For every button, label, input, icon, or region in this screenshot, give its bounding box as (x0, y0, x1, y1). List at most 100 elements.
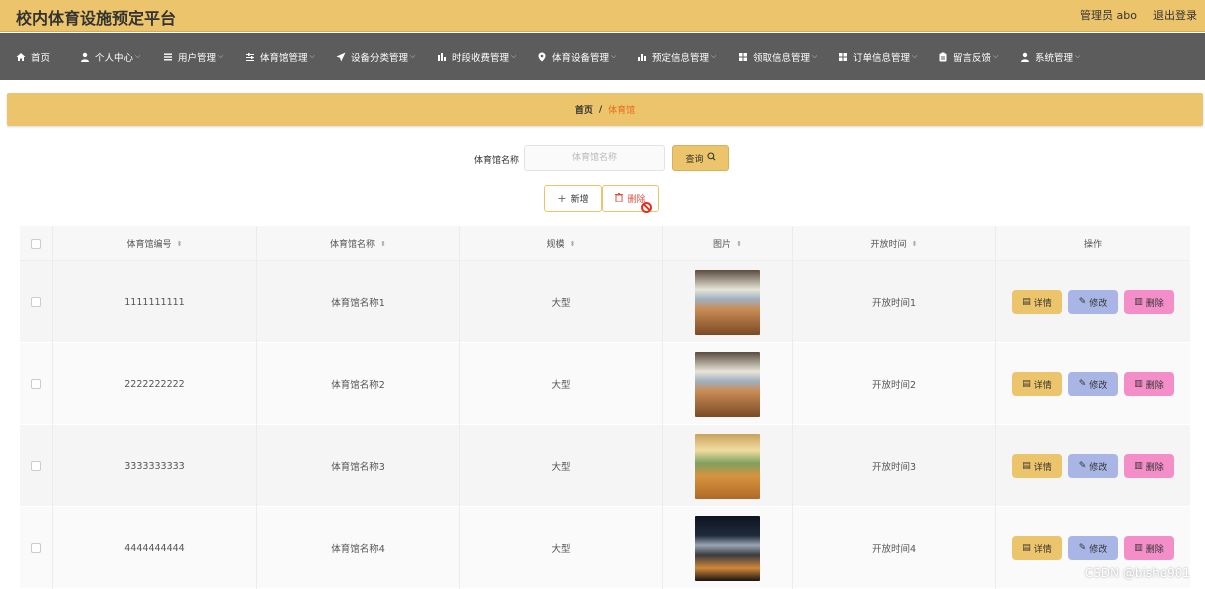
row-actions: ▤ 详情 ✎ 修改 ▥ 删除 (1012, 536, 1174, 560)
nav-item-time-fee[interactable]: 时段收费管理 ⌵ (437, 33, 516, 80)
table-header: 体育馆编号 ⬍ 体育馆名称 ⬍ 规模 ⬍ 图片 ⬍ 开放时间 ⬍ 操作 (20, 226, 1190, 261)
send-icon (336, 52, 346, 62)
column-header[interactable]: 开放时间 ⬍ (793, 226, 996, 261)
gym-id-cell: 3333333333 (53, 425, 257, 507)
sort-icon[interactable]: ⬍ (736, 240, 742, 248)
nav-item-booking-info[interactable]: 预定信息管理 ⌵ (637, 33, 716, 80)
row-checkbox[interactable] (31, 297, 41, 307)
chevron-down-icon: ⌵ (309, 52, 315, 60)
nav-label: 用户管理 (178, 52, 217, 64)
column-header[interactable]: 体育馆编号 ⬍ (53, 226, 257, 261)
delete-button[interactable]: ▥ 删除 (1124, 290, 1174, 314)
search-label: 体育馆名称 (474, 156, 520, 166)
table-row: 2222222222 体育馆名称2 大型 开放时间2 ▤ 详情 ✎ 修改 ▥ 删除 (20, 343, 1190, 425)
nav-label: 设备分类管理 (351, 52, 409, 64)
detail-button[interactable]: ▤ 详情 (1012, 290, 1062, 314)
gym-scale-cell: 大型 (460, 425, 663, 507)
edit-icon: ✎ (1078, 297, 1087, 307)
row-checkbox[interactable] (31, 379, 41, 389)
row-checkbox[interactable] (31, 543, 41, 553)
detail-button[interactable]: ▤ 详情 (1012, 536, 1062, 560)
chevron-down-icon: ⌵ (611, 52, 617, 60)
select-all-checkbox[interactable] (31, 238, 41, 249)
gym-name-cell: 体育馆名称1 (257, 261, 460, 343)
delete-button[interactable]: ▥ 删除 (1124, 536, 1174, 560)
detail-label: 详情 (1033, 462, 1052, 473)
breadcrumb-current: 体育馆 (608, 106, 636, 116)
chevron-down-icon: ⌵ (511, 52, 517, 60)
column-header-label: 体育馆名称 (330, 240, 376, 250)
nav-item-feedback[interactable]: 留言反馈 ⌵ (938, 33, 998, 80)
nav-item-sports-equipment[interactable]: 体育设备管理 ⌵ (537, 33, 616, 80)
row-select-cell (20, 343, 53, 425)
search-button[interactable]: 查询 (672, 145, 729, 171)
column-header[interactable]: 体育馆名称 ⬍ (257, 226, 460, 261)
gym-image[interactable] (695, 515, 760, 581)
nav-label: 订单信息管理 (853, 52, 911, 64)
column-header[interactable]: 图片 ⬍ (663, 226, 793, 261)
bar-chart-icon (637, 52, 647, 62)
row-select-cell (20, 261, 53, 343)
nav-label: 预定信息管理 (652, 52, 710, 64)
gym-id-cell: 4444444444 (53, 507, 257, 589)
delete-label: 删除 (1145, 462, 1164, 473)
column-header-label: 规模 (546, 240, 565, 250)
gym-scale-cell: 大型 (460, 343, 663, 425)
nav-item-order-info[interactable]: 订单信息管理 ⌵ (838, 33, 917, 80)
gym-image[interactable] (695, 433, 760, 499)
nav-label: 留言反馈 (953, 52, 992, 64)
nav-label: 时段收费管理 (452, 52, 510, 64)
app-title: 校内体育设施预定平台 (16, 9, 177, 28)
gym-image-cell (663, 343, 793, 425)
nav-item-home[interactable]: 首页 (16, 33, 50, 80)
detail-label: 详情 (1033, 544, 1052, 555)
delete-label: 删除 (1145, 298, 1164, 309)
sort-icon[interactable]: ⬍ (177, 240, 183, 248)
edit-icon: ✎ (1078, 461, 1087, 471)
sliders-icon (245, 52, 255, 62)
nav-item-equipment-category[interactable]: 设备分类管理 ⌵ (336, 33, 415, 80)
sort-icon[interactable]: ⬍ (380, 240, 386, 248)
edit-button[interactable]: ✎ 修改 (1068, 372, 1118, 396)
chevron-down-icon: ⌵ (218, 52, 224, 60)
sort-icon[interactable]: ⬍ (912, 240, 918, 248)
grid-icon (738, 52, 748, 62)
detail-icon: ▤ (1022, 461, 1031, 471)
nav-item-personal-center[interactable]: 个人中心 ⌵ (80, 33, 140, 80)
edit-button[interactable]: ✎ 修改 (1068, 454, 1118, 478)
nav-item-system-management[interactable]: 系统管理 ⌵ (1020, 33, 1080, 80)
add-button[interactable]: + 新增 (544, 185, 602, 212)
row-checkbox[interactable] (31, 461, 41, 471)
open-time-cell: 开放时间3 (793, 425, 996, 507)
nav-item-user-management[interactable]: 用户管理 ⌵ (163, 33, 223, 80)
chevron-down-icon: ⌵ (135, 52, 141, 60)
column-header: 操作 (996, 226, 1190, 261)
edit-button[interactable]: ✎ 修改 (1068, 290, 1118, 314)
nav-label: 体育设备管理 (552, 52, 610, 64)
search-input[interactable] (524, 145, 665, 171)
chart-icon (437, 52, 447, 62)
delete-button[interactable]: ▥ 删除 (1124, 454, 1174, 478)
gym-image[interactable] (695, 351, 760, 417)
column-header[interactable]: 规模 ⬍ (460, 226, 663, 261)
sort-icon[interactable]: ⬍ (570, 240, 576, 248)
gym-image-cell (663, 261, 793, 343)
ops-cell: ▤ 详情 ✎ 修改 ▥ 删除 (996, 261, 1190, 343)
header-select-all[interactable] (20, 226, 53, 261)
detail-button[interactable]: ▤ 详情 (1012, 454, 1062, 478)
nav-item-pickup-info[interactable]: 领取信息管理 ⌵ (738, 33, 817, 80)
column-header-label: 图片 (713, 240, 732, 250)
nav-item-gym-management[interactable]: 体育馆管理 ⌵ (245, 33, 315, 80)
delete-label: 删除 (1145, 380, 1164, 391)
edit-icon: ✎ (1078, 379, 1087, 389)
breadcrumb-home[interactable]: 首页 (575, 103, 593, 116)
gym-image[interactable] (695, 269, 760, 335)
logout-link[interactable]: 退出登录 (1153, 7, 1197, 23)
chevron-down-icon: ⌵ (912, 52, 918, 60)
edit-button[interactable]: ✎ 修改 (1068, 536, 1118, 560)
detail-button[interactable]: ▤ 详情 (1012, 372, 1062, 396)
delete-button[interactable]: ▥ 删除 (1124, 372, 1174, 396)
table-row: 3333333333 体育馆名称3 大型 开放时间3 ▤ 详情 ✎ 修改 ▥ 删除 (20, 425, 1190, 507)
gym-name-cell: 体育馆名称4 (257, 507, 460, 589)
gym-scale-cell: 大型 (460, 261, 663, 343)
